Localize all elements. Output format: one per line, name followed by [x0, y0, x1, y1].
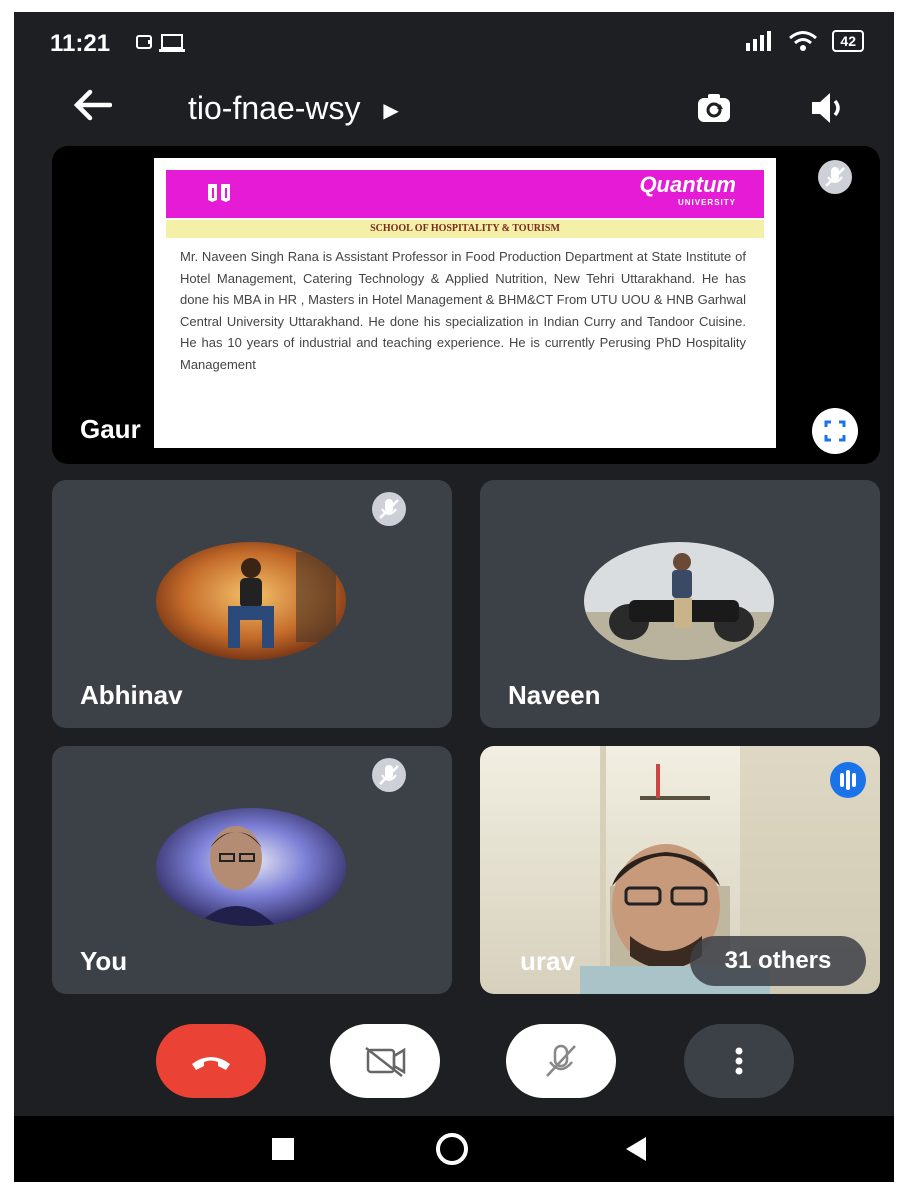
audio-level-icon: [830, 762, 866, 798]
mic-off-icon: [818, 160, 852, 194]
battery-indicator: 42: [832, 30, 864, 52]
meeting-code: tio-fnae-wsy: [188, 90, 361, 126]
speaker-icon[interactable]: [808, 88, 848, 128]
notification-icons: [134, 32, 194, 60]
mic-off-icon: [372, 758, 406, 792]
quantum-logo: Quantum UNIVERSITY: [639, 174, 736, 212]
meeting-code-button[interactable]: tio-fnae-wsy ▶: [188, 90, 399, 127]
participant-tile-you[interactable]: You: [52, 746, 452, 994]
meet-screen: 11:21 42 tio-fnae-wsy ▶ Quantum UNIVERSI…: [14, 12, 894, 1182]
signal-icon: [746, 31, 772, 51]
participant-name: You: [80, 946, 128, 976]
participant-name: Abhinav: [80, 680, 183, 710]
switch-camera-icon[interactable]: [694, 88, 734, 128]
school-title: SCHOOL OF HOSPITALITY & TOURISM: [166, 220, 764, 238]
mic-off-icon: [372, 492, 406, 526]
caret-right-icon: ▶: [383, 100, 399, 123]
others-count-button[interactable]: 31 others: [690, 936, 866, 986]
participant-tile-video[interactable]: urav 31 others: [480, 746, 880, 994]
participant-tile-abhinav[interactable]: Abhinav: [52, 480, 452, 728]
mic-off-icon: [546, 1044, 576, 1077]
presentation-tile[interactable]: Quantum UNIVERSITY SCHOOL OF HOSPITALITY…: [52, 146, 880, 464]
more-vert-icon: [735, 1047, 743, 1075]
system-nav-bar: [14, 1116, 894, 1182]
camera-off-icon: [365, 1047, 406, 1077]
back-nav-button[interactable]: [626, 1137, 646, 1161]
shared-slide: Quantum UNIVERSITY SCHOOL OF HOSPITALITY…: [154, 158, 776, 448]
recents-button[interactable]: [272, 1138, 294, 1160]
notification-icon: [136, 34, 185, 52]
status-bar: 11:21 42: [14, 12, 894, 72]
presenter-name: Gaur: [80, 414, 141, 444]
status-right: 42: [744, 30, 864, 52]
university-emblem-icon: [206, 182, 232, 210]
avatar: [156, 542, 346, 660]
back-button[interactable]: [72, 88, 113, 132]
participant-name: Naveen: [508, 680, 601, 710]
participant-name: urav: [520, 946, 575, 976]
status-time: 11:21: [50, 30, 111, 57]
mic-toggle-button[interactable]: [506, 1024, 616, 1098]
participant-tile-naveen[interactable]: Naveen: [480, 480, 880, 728]
end-call-icon: [192, 1057, 230, 1070]
slide-body: Mr. Naveen Singh Rana is Assistant Profe…: [180, 249, 746, 372]
arrow-left-icon: [73, 89, 113, 121]
wifi-icon: [789, 31, 818, 51]
camera-toggle-button[interactable]: [330, 1024, 440, 1098]
fullscreen-icon[interactable]: [812, 408, 858, 454]
slide-header: Quantum UNIVERSITY: [166, 170, 764, 218]
avatar: [156, 808, 346, 926]
meeting-header: tio-fnae-wsy ▶: [14, 74, 894, 144]
more-options-button[interactable]: [684, 1024, 794, 1098]
end-call-button[interactable]: [156, 1024, 266, 1098]
avatar: [584, 542, 774, 660]
home-button[interactable]: [436, 1133, 468, 1165]
